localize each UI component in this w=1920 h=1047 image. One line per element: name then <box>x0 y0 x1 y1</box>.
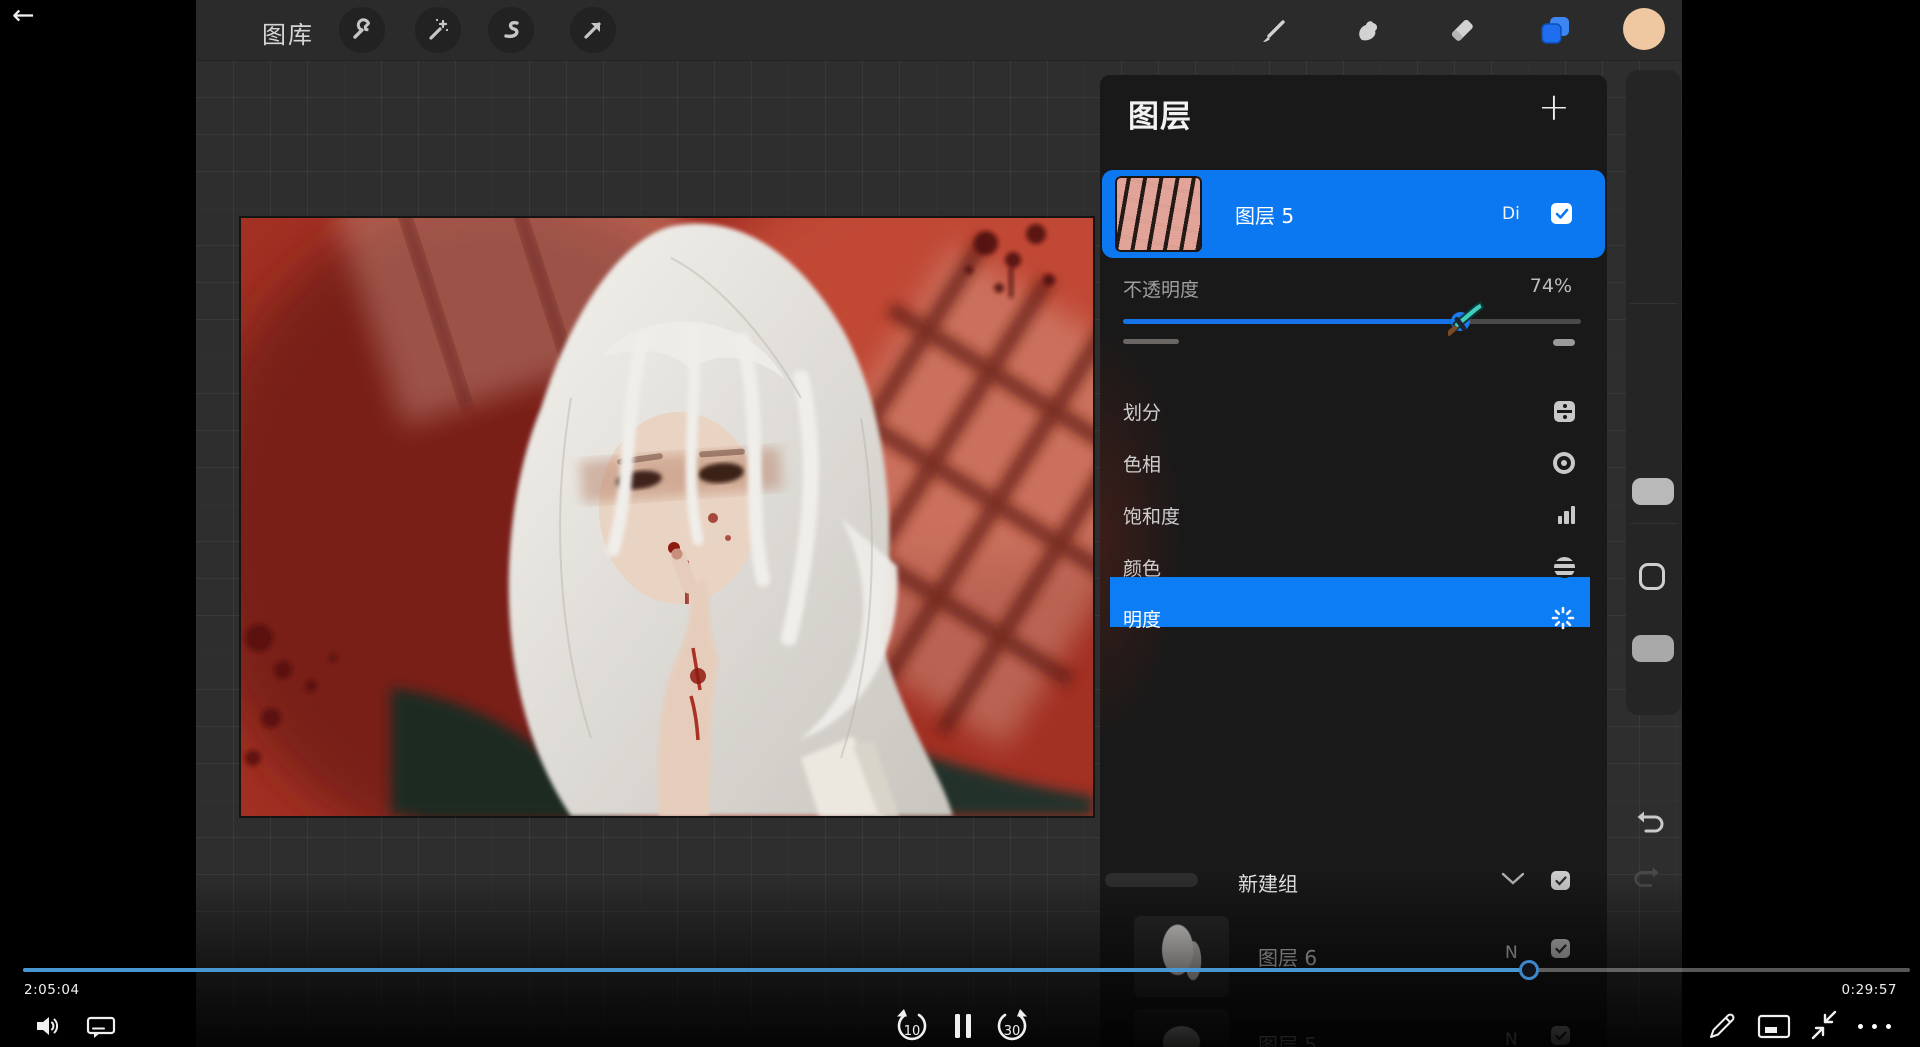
gallery-button[interactable]: 图库 <box>262 15 314 50</box>
brush-icon <box>1260 15 1290 45</box>
blend-mode-badge[interactable]: Di <box>1502 204 1520 224</box>
timeline-track[interactable] <box>23 968 1910 972</box>
smudge-button[interactable] <box>1345 7 1391 53</box>
brush-opacity-slider-handle[interactable] <box>1632 635 1674 662</box>
more-options-button[interactable] <box>1858 1024 1891 1029</box>
divider <box>1630 303 1677 304</box>
smudge-finger-icon <box>1353 15 1383 45</box>
layers-icon <box>1539 14 1571 46</box>
layers-panel-title: 图层 <box>1128 91 1192 136</box>
magic-wand-icon <box>425 17 451 43</box>
clipped-blend-row[interactable] <box>1100 333 1607 351</box>
divide-icon <box>1554 401 1575 422</box>
annotate-pencil-button[interactable] <box>1706 1010 1738 1042</box>
color-icon <box>1554 557 1575 578</box>
blend-mode-hue[interactable]: 色相 <box>1100 437 1607 489</box>
actions-button[interactable] <box>339 7 385 53</box>
hue-icon <box>1553 452 1575 474</box>
timeline-progress <box>23 968 1528 972</box>
portrait-painting <box>241 218 1093 816</box>
rewind-10-button[interactable]: 10 <box>893 1008 931 1046</box>
exit-fullscreen-button[interactable] <box>1806 1006 1842 1044</box>
svg-text:10: 10 <box>904 1024 921 1039</box>
video-player: { "player": { "current_time": "2:05:04",… <box>0 0 1920 1047</box>
timeline-scrubber[interactable] <box>1519 960 1539 980</box>
undo-button[interactable] <box>1634 808 1666 840</box>
current-time: 2:05:04 <box>24 982 80 998</box>
pause-button[interactable] <box>952 1012 974 1040</box>
forward-30-button[interactable]: 30 <box>993 1008 1031 1046</box>
picture-in-picture-button[interactable] <box>1757 1014 1791 1040</box>
color-swatch-button[interactable] <box>1623 8 1665 50</box>
layer-name: 图层 5 <box>1235 200 1294 229</box>
remaining-time: 0:29:57 <box>1841 982 1897 998</box>
divider <box>1630 523 1677 524</box>
modify-button[interactable] <box>1639 563 1665 590</box>
selection-s-icon <box>498 17 524 43</box>
eraser-icon <box>1447 15 1477 45</box>
clipped-text <box>1123 339 1179 344</box>
volume-button[interactable] <box>34 1012 62 1040</box>
opacity-value: 74% <box>1100 275 1572 297</box>
layer-visibility-checkbox[interactable] <box>1551 203 1572 224</box>
artwork-canvas <box>241 218 1093 816</box>
brush-size-slider-handle[interactable] <box>1632 478 1674 505</box>
add-layer-button[interactable]: + <box>1538 85 1570 129</box>
sidebar-toolbar <box>1626 70 1681 715</box>
svg-text:30: 30 <box>1004 1024 1021 1039</box>
luminosity-icon <box>1551 606 1575 630</box>
wrench-icon <box>349 17 375 43</box>
check-icon <box>1555 208 1569 220</box>
blend-mode-saturation[interactable]: 饱和度 <box>1100 489 1607 541</box>
selection-button[interactable] <box>488 7 534 53</box>
saturation-icon <box>1558 506 1576 524</box>
adjustments-button[interactable] <box>415 7 461 53</box>
procreate-topbar: 图库 <box>196 0 1682 61</box>
back-arrow-button[interactable]: ← <box>12 0 35 31</box>
blend-mode-color[interactable]: 颜色 <box>1100 541 1607 593</box>
selected-layer-row[interactable]: 图层 5 Di <box>1102 170 1605 258</box>
subtitle-button[interactable] <box>86 1016 116 1040</box>
layers-button[interactable] <box>1532 7 1578 53</box>
layer-thumbnail <box>1115 176 1202 252</box>
opacity-slider-fill <box>1123 319 1460 324</box>
opacity-slider[interactable] <box>1123 319 1581 324</box>
blend-mode-luminosity[interactable]: 明度 <box>1100 592 1607 644</box>
brush-button[interactable] <box>1252 7 1298 53</box>
blend-mode-divide[interactable]: 划分 <box>1100 385 1607 437</box>
transform-button[interactable] <box>570 7 616 53</box>
arrow-cursor-icon <box>580 17 606 43</box>
eraser-button[interactable] <box>1439 7 1485 53</box>
subtract-icon <box>1553 339 1575 346</box>
